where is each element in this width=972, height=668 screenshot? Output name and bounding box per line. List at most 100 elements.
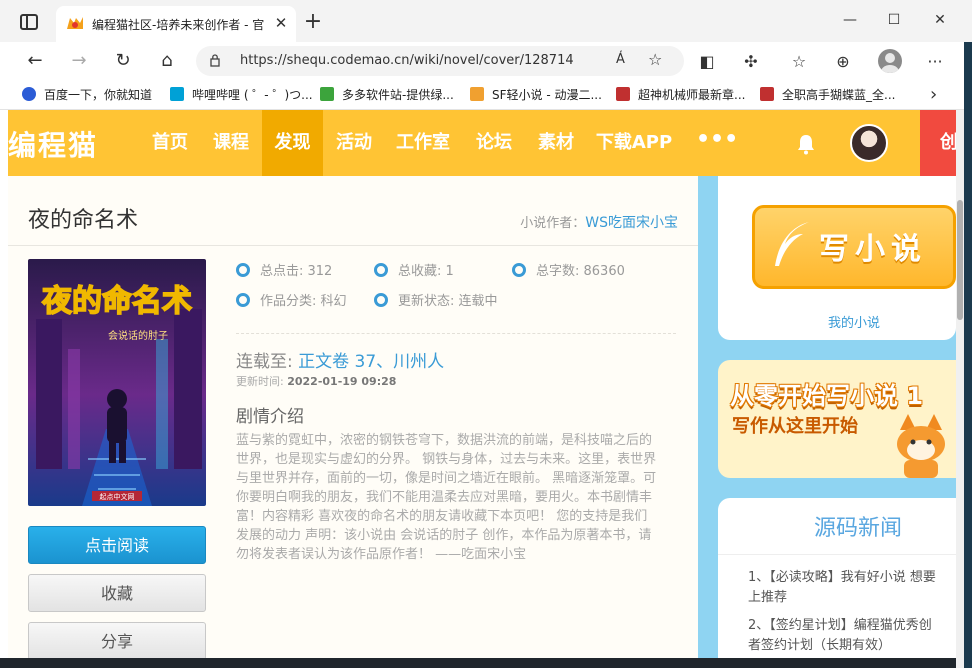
write-novel-banner[interactable]: 写小说 <box>752 205 956 289</box>
extensions-icon[interactable]: ✣ <box>740 51 762 73</box>
scrollbar-thumb[interactable] <box>957 200 963 320</box>
bookmark-item[interactable]: SF轻小说 - 动漫二... <box>470 85 602 105</box>
read-aloud-icon[interactable]: A̒ <box>616 52 625 67</box>
user-avatar[interactable] <box>850 124 888 162</box>
novel-card: 夜的命名术 小说作者：WS吃面宋小宝 夜的命名术 会说话的肘子 起点中文网 总点… <box>8 176 698 668</box>
tab-title: 编程猫社区-培养未来创作者 - 官 <box>92 18 265 32</box>
maximize-button[interactable]: ☐ <box>882 10 906 30</box>
promo-banner[interactable]: 从零开始写小说 1 写作从这里开始 <box>718 360 956 478</box>
circle-icon <box>512 263 526 277</box>
add-favorite-icon[interactable]: ☆ <box>648 50 662 69</box>
codemao-favicon-icon <box>67 17 83 29</box>
write-novel-card: 写小说 我的小说 <box>718 176 956 340</box>
nav-studio[interactable]: 工作室 <box>390 110 456 176</box>
divider <box>8 245 698 246</box>
news-card: 源码新闻 1、【必读攻略】我有好小说 想要 上推荐 2、【签约星计划】编程猫优秀… <box>718 498 956 668</box>
nav-home[interactable]: 首页 <box>142 110 198 176</box>
news-item[interactable]: 者签约计划（长期有效） <box>748 636 956 656</box>
divider <box>236 333 676 334</box>
nav-courses[interactable]: 课程 <box>204 110 258 176</box>
close-tab-icon[interactable]: ✕ <box>272 14 290 32</box>
cover-title-art: 夜的命名术 <box>41 284 192 319</box>
stat-favorites: 总收藏: 1 <box>374 260 454 279</box>
refresh-button[interactable]: ↻ <box>112 50 134 72</box>
promo-title: 从零开始写小说 1 <box>730 382 924 410</box>
quill-icon <box>775 222 809 266</box>
cover-author: 会说话的肘子 <box>108 329 168 342</box>
bookmark-item[interactable]: 多多软件站-提供绿... <box>320 85 454 105</box>
new-tab-button[interactable]: + <box>302 11 324 34</box>
sf-novel-icon <box>470 87 484 101</box>
update-time: 更新时间: 2022-01-19 09:28 <box>236 375 397 388</box>
news-item[interactable]: 1、【必读攻略】我有好小说 想要 <box>748 568 956 588</box>
bookmark-item[interactable]: 超神机械师最新章... <box>616 85 745 105</box>
author-link[interactable]: WS吃面宋小宝 <box>585 215 678 231</box>
favorite-button[interactable]: 收藏 <box>28 574 206 612</box>
nav-materials[interactable]: 素材 <box>528 110 584 176</box>
share-button[interactable]: 分享 <box>28 622 206 660</box>
browser-window: 编程猫社区-培养未来创作者 - 官 ✕ + — ☐ ✕ ← → ↻ ⌂ http… <box>0 0 972 668</box>
close-window-button[interactable]: ✕ <box>928 10 952 30</box>
bookmark-item[interactable]: 全职高手猢蝶蓝_全... <box>760 85 895 105</box>
minimize-button[interactable]: — <box>838 10 862 30</box>
home-button[interactable]: ⌂ <box>156 50 178 72</box>
synopsis-text: 蓝与紫的霓虹中，浓密的钢铁苍穹下，数据洪流的前端，是科技喵之后的世界，也是现实与… <box>236 433 657 562</box>
page-scrollbar[interactable] <box>956 110 964 668</box>
active-tab[interactable]: 编程猫社区-培养未来创作者 - 官 ✕ <box>56 6 296 42</box>
lock-icon <box>210 54 220 67</box>
baidu-icon <box>22 87 36 101</box>
news-title: 源码新闻 <box>813 516 902 541</box>
desktop-background <box>964 42 972 668</box>
taskbar <box>0 658 956 668</box>
bell-icon[interactable] <box>794 132 818 156</box>
fox-mascot-icon <box>897 414 945 478</box>
news-item[interactable]: 上推荐 <box>748 588 956 608</box>
stat-clicks: 总点击: 312 <box>236 260 332 279</box>
web-page: 编程猫 首页 课程 发现 活动 工作室 论坛 素材 下载APP ••• 创 夜的… <box>8 110 956 668</box>
url-text: https://shequ.codemao.cn/wiki/novel/cove… <box>240 53 574 68</box>
software-site-icon <box>320 87 334 101</box>
my-novels-link[interactable]: 我的小说 <box>828 312 880 331</box>
collections-icon[interactable]: ⊕ <box>832 51 854 73</box>
novel-title: 夜的命名术 <box>28 208 139 233</box>
promo-subtitle: 写作从这里开始 <box>732 416 858 437</box>
author-line: 小说作者：WS吃面宋小宝 <box>520 215 678 231</box>
site-logo[interactable]: 编程猫 <box>8 124 98 164</box>
nav-discover[interactable]: 发现 <box>262 110 323 176</box>
write-novel-text: 写小说 <box>819 232 927 267</box>
collections-bar-icon[interactable]: ◧ <box>696 51 718 73</box>
divider <box>718 554 956 555</box>
news-item[interactable]: 2、【签约星计划】编程猫优秀创 <box>748 616 956 636</box>
novel-site-icon <box>760 87 774 101</box>
bookmark-item[interactable]: 哔哩哔哩 ( ゜- ゜)つ... <box>170 85 313 105</box>
chevron-right-icon[interactable]: › <box>930 85 937 105</box>
bookmark-item[interactable]: 百度一下，你就知道 <box>22 85 152 105</box>
stat-status: 更新状态: 连载中 <box>374 290 498 309</box>
nav-download-app[interactable]: 下载APP <box>592 110 676 176</box>
novel-cover[interactable]: 夜的命名术 会说话的肘子 起点中文网 <box>28 259 206 506</box>
stat-category: 作品分类: 科幻 <box>236 290 347 309</box>
novel-site-icon <box>616 87 630 101</box>
forward-button[interactable]: → <box>68 50 90 72</box>
nav-events[interactable]: 活动 <box>326 110 382 176</box>
back-button[interactable]: ← <box>24 50 46 72</box>
tab-actions-icon[interactable] <box>20 14 38 30</box>
synopsis-heading: 剧情介绍 <box>236 407 304 427</box>
nav-forum[interactable]: 论坛 <box>466 110 522 176</box>
browser-toolbar: ← → ↻ ⌂ https://shequ.codemao.cn/wiki/no… <box>0 42 972 80</box>
settings-menu-icon[interactable]: ··· <box>924 51 946 73</box>
bilibili-icon <box>170 87 184 101</box>
favorites-icon[interactable]: ☆ <box>788 51 810 73</box>
profile-avatar-icon[interactable] <box>878 49 902 73</box>
read-button[interactable]: 点击阅读 <box>28 526 206 564</box>
create-button[interactable]: 创 <box>920 110 956 176</box>
latest-chapter-link[interactable]: 正文卷 37、川州人 <box>298 352 444 372</box>
bookmarks-bar: 百度一下，你就知道 哔哩哔哩 ( ゜- ゜)つ... 多多软件站-提供绿... … <box>0 80 972 110</box>
cover-publisher: 起点中文网 <box>100 492 135 501</box>
circle-icon <box>374 263 388 277</box>
address-bar[interactable]: https://shequ.codemao.cn/wiki/novel/cove… <box>196 46 684 76</box>
circle-icon <box>374 293 388 307</box>
nav-more-icon[interactable]: ••• <box>696 110 738 176</box>
circle-icon <box>236 263 250 277</box>
stat-words: 总字数: 86360 <box>512 260 625 279</box>
